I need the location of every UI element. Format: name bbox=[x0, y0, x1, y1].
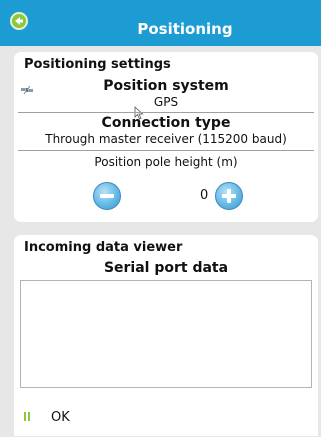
positioning-settings-title: Positioning settings bbox=[24, 57, 171, 72]
pole-height-label: Position pole height (m) bbox=[94, 155, 238, 169]
back-arrow-icon bbox=[15, 17, 23, 25]
position-system-value[interactable]: GPS bbox=[14, 95, 318, 109]
divider bbox=[18, 112, 314, 113]
incoming-data-title: Incoming data viewer bbox=[24, 240, 183, 255]
connection-type-label: Connection type bbox=[101, 115, 231, 131]
minus-icon bbox=[100, 194, 114, 198]
incoming-data-panel: Incoming data viewer Serial port data OK bbox=[14, 235, 318, 436]
ok-status-icon bbox=[24, 412, 31, 421]
page-title: Positioning bbox=[137, 20, 233, 38]
connection-type-value[interactable]: Through master receiver (115200 baud) bbox=[14, 132, 318, 146]
pole-height-value: 0 bbox=[200, 188, 209, 203]
increase-height-button[interactable] bbox=[215, 182, 243, 210]
back-button[interactable] bbox=[10, 12, 28, 30]
status-text: OK bbox=[51, 410, 70, 425]
divider bbox=[18, 150, 314, 151]
serial-port-label: Serial port data bbox=[103, 260, 229, 276]
positioning-settings-panel: Positioning settings Position system GPS… bbox=[14, 52, 318, 222]
serial-data-textarea[interactable] bbox=[20, 280, 312, 388]
decrease-height-button[interactable] bbox=[93, 182, 121, 210]
position-system-label: Position system bbox=[103, 78, 229, 94]
title-bar: Positioning bbox=[0, 0, 321, 46]
